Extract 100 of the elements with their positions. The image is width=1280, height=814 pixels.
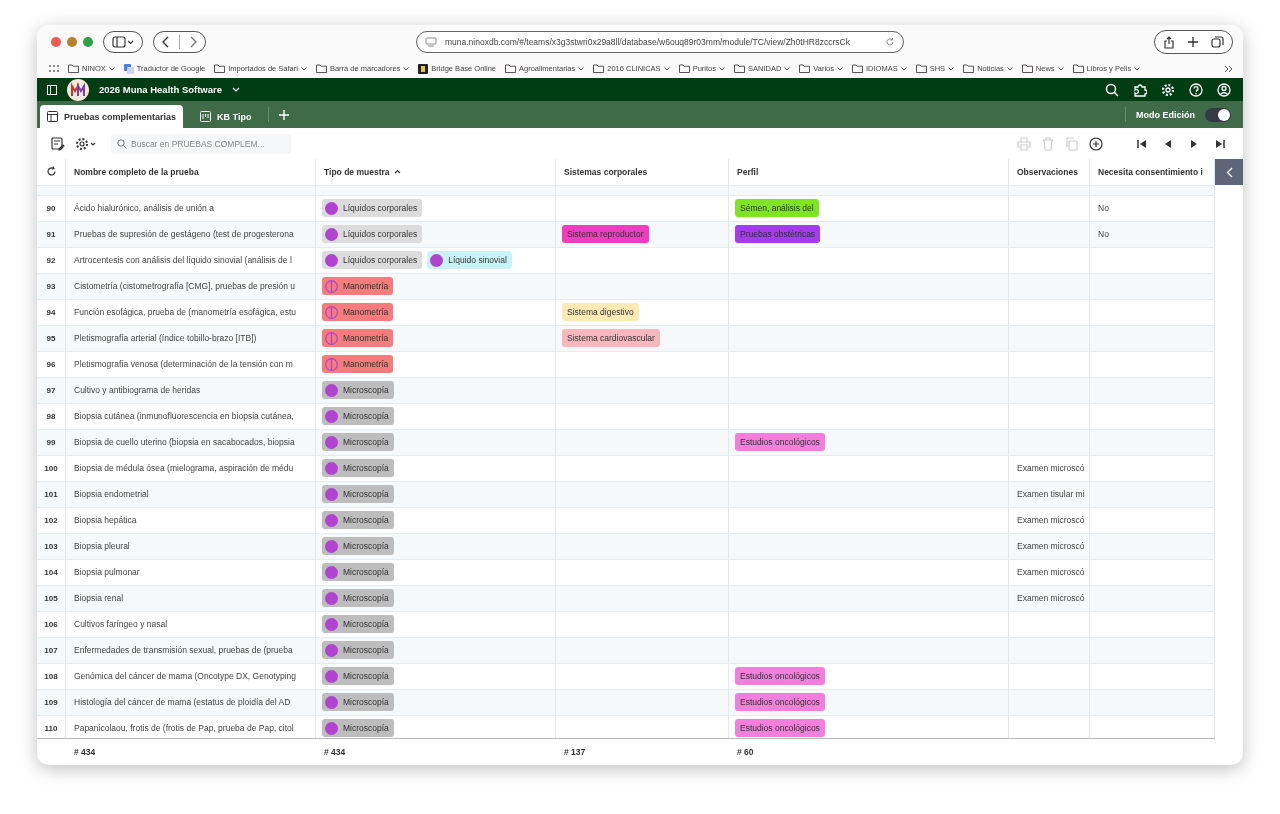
row-number: 90	[46, 203, 56, 213]
chevron-icon	[1225, 166, 1233, 178]
next-record-icon[interactable]	[1189, 138, 1199, 149]
table-cell: Biopsia pulmonar	[74, 567, 140, 578]
sample-type-tag: Microscopía	[322, 381, 394, 400]
last-record-icon[interactable]	[1215, 138, 1225, 149]
settings-menu-icon[interactable]	[75, 136, 97, 151]
sidebar-icon[interactable]	[47, 84, 57, 95]
sample-type-tag: Microscopía	[322, 615, 394, 634]
table-cell: Examen tisular mi	[1017, 489, 1085, 500]
table-cell: Biopsia hepática	[74, 515, 137, 526]
puzzle-icon[interactable]	[1133, 82, 1147, 97]
row-number: 91	[46, 229, 56, 239]
table-cell: Biopsia renal	[74, 593, 124, 604]
edit-mode-switch[interactable]	[1205, 107, 1231, 122]
sample-type-tag: Manometría	[322, 355, 394, 374]
kanban-icon	[200, 111, 212, 122]
row-number: 99	[46, 437, 56, 447]
table-cell: Pruebas de supresión de gestágeno (test de progesterona	[74, 229, 294, 240]
view-tab[interactable]: KB Tipo	[193, 105, 259, 128]
sample-type-tag: Manometría	[322, 329, 394, 348]
folder-icon	[315, 64, 327, 73]
view-tab[interactable]: Pruebas complementarias	[40, 105, 184, 128]
column-header[interactable]: Tipo de muestra	[316, 159, 556, 185]
minimize-icon[interactable]	[67, 37, 77, 47]
chevron-icon[interactable]	[232, 87, 240, 92]
table-cell: Pletismografía arterial (índice tobillo-brazo [ITB])	[74, 333, 257, 344]
table-cell: Biopsia cutánea (inmunofluorescencia en biopsia cutánea,	[74, 411, 294, 422]
settings-icon[interactable]	[1161, 82, 1175, 97]
folder-icon	[678, 64, 690, 73]
folder-icon	[734, 64, 745, 73]
close-icon[interactable]	[51, 37, 61, 47]
share-icon[interactable]	[1163, 35, 1175, 49]
refresh-icon[interactable]	[45, 166, 57, 178]
row-number: 93	[46, 281, 56, 291]
sort-ascending-icon[interactable]	[393, 169, 401, 175]
user-icon[interactable]	[1217, 82, 1231, 97]
sample-type-tag: Líquidos corporales	[322, 199, 423, 218]
column-header[interactable]: Observaciones	[1009, 159, 1090, 185]
edit-mode-label: Modo Edición	[1136, 109, 1195, 120]
dot-icon	[325, 383, 338, 397]
database-title[interactable]: 2026 Muna Health Software	[99, 84, 222, 95]
sample-type-tag: Microscopía	[322, 589, 394, 608]
row-number: 107	[44, 645, 58, 655]
profile-tag: Estudios oncológicos	[735, 693, 825, 712]
help-icon[interactable]	[1189, 82, 1203, 97]
search-icon[interactable]	[1105, 82, 1119, 97]
table-cell: Función esofágica, prueba de (manometría esofágica, estu	[74, 307, 297, 318]
table-cell: Ácido hialurónico, análisis de unión a	[74, 203, 214, 214]
back-forward-button[interactable]	[153, 31, 206, 53]
first-record-icon[interactable]	[1137, 138, 1147, 149]
sample-type-tag: Manometría	[322, 303, 394, 322]
table-cell: Biopsia de cuello uterino (biopsia en sacabocados, biopsia	[74, 437, 295, 448]
sample-type-tag: Microscopía	[322, 511, 394, 530]
form-edit-icon[interactable]	[51, 136, 65, 151]
sample-type-tag: Microscopía	[322, 667, 394, 686]
collapse-panel-button[interactable]	[1215, 159, 1243, 185]
translate-icon	[123, 63, 134, 74]
row-number: 104	[44, 567, 58, 577]
dot-icon	[325, 721, 338, 735]
row-number: 98	[46, 411, 56, 421]
dot-icon	[325, 565, 338, 579]
table-cell: Biopsia endometrial	[74, 489, 149, 500]
table-cell: Biopsia de médula ósea (mielograma, aspiración de médu	[74, 463, 294, 474]
table-cell: No	[1098, 229, 1109, 240]
more-bookmarks-icon[interactable]	[1224, 64, 1233, 73]
table-cell: Enfermedades de transmisión sexual, pruebas de (prueba	[74, 645, 293, 656]
table-cell: Cultivos faríngeo y nasal	[74, 619, 168, 630]
profile-tag: Pruebas obstétricas	[735, 225, 821, 244]
row-number: 97	[46, 385, 56, 395]
sample-type-tag: Microscopía	[322, 407, 394, 426]
add-tab-icon[interactable]	[279, 109, 290, 120]
sample-type-tag: Microscopía	[322, 719, 394, 738]
new-tab-icon[interactable]	[1187, 36, 1199, 48]
dot-icon	[325, 227, 338, 241]
sample-type-tag: Microscopía	[322, 433, 394, 452]
column-header[interactable]: Perfil	[729, 159, 1009, 185]
row-number: 103	[44, 541, 58, 551]
folder-icon	[1021, 64, 1033, 73]
dot-icon	[325, 669, 338, 683]
dot-icon	[325, 487, 338, 501]
tabs-overview-icon[interactable]	[1211, 35, 1224, 49]
add-record-icon[interactable]	[1089, 136, 1103, 151]
folder-icon	[68, 64, 79, 73]
sidebar-toggle-button[interactable]	[103, 31, 143, 53]
zoom-icon[interactable]	[83, 37, 93, 47]
address-bar[interactable]: muna.ninoxdb.com/#/teams/x3g3stwri0x29a8ll/database/w6ouq89r03mm/module/TC/view/Zh0tHR8zccrsCk	[416, 31, 904, 53]
row-number: 102	[44, 515, 58, 525]
reload-icon[interactable]	[885, 37, 895, 47]
column-header[interactable]: Nombre completo de la prueba	[66, 159, 316, 185]
row-number: 108	[44, 671, 58, 681]
column-header[interactable]: Sistemas corporales	[556, 159, 729, 185]
sample-type-tag: Microscopía	[322, 459, 394, 478]
search-field[interactable]: Buscar en PRUEBAS COMPLEM...	[111, 133, 291, 154]
row-number: 109	[44, 697, 58, 707]
previous-record-icon[interactable]	[1163, 138, 1173, 149]
row-number: 94	[46, 307, 56, 317]
grid-icon[interactable]	[49, 64, 59, 73]
sidebar-icon	[112, 36, 134, 48]
url-text: muna.ninoxdb.com/#/teams/x3g3stwri0x29a8ll/database/w6ouq89r03mm/module/TC/view/Zh0tHR8zccrsCk	[445, 37, 851, 47]
